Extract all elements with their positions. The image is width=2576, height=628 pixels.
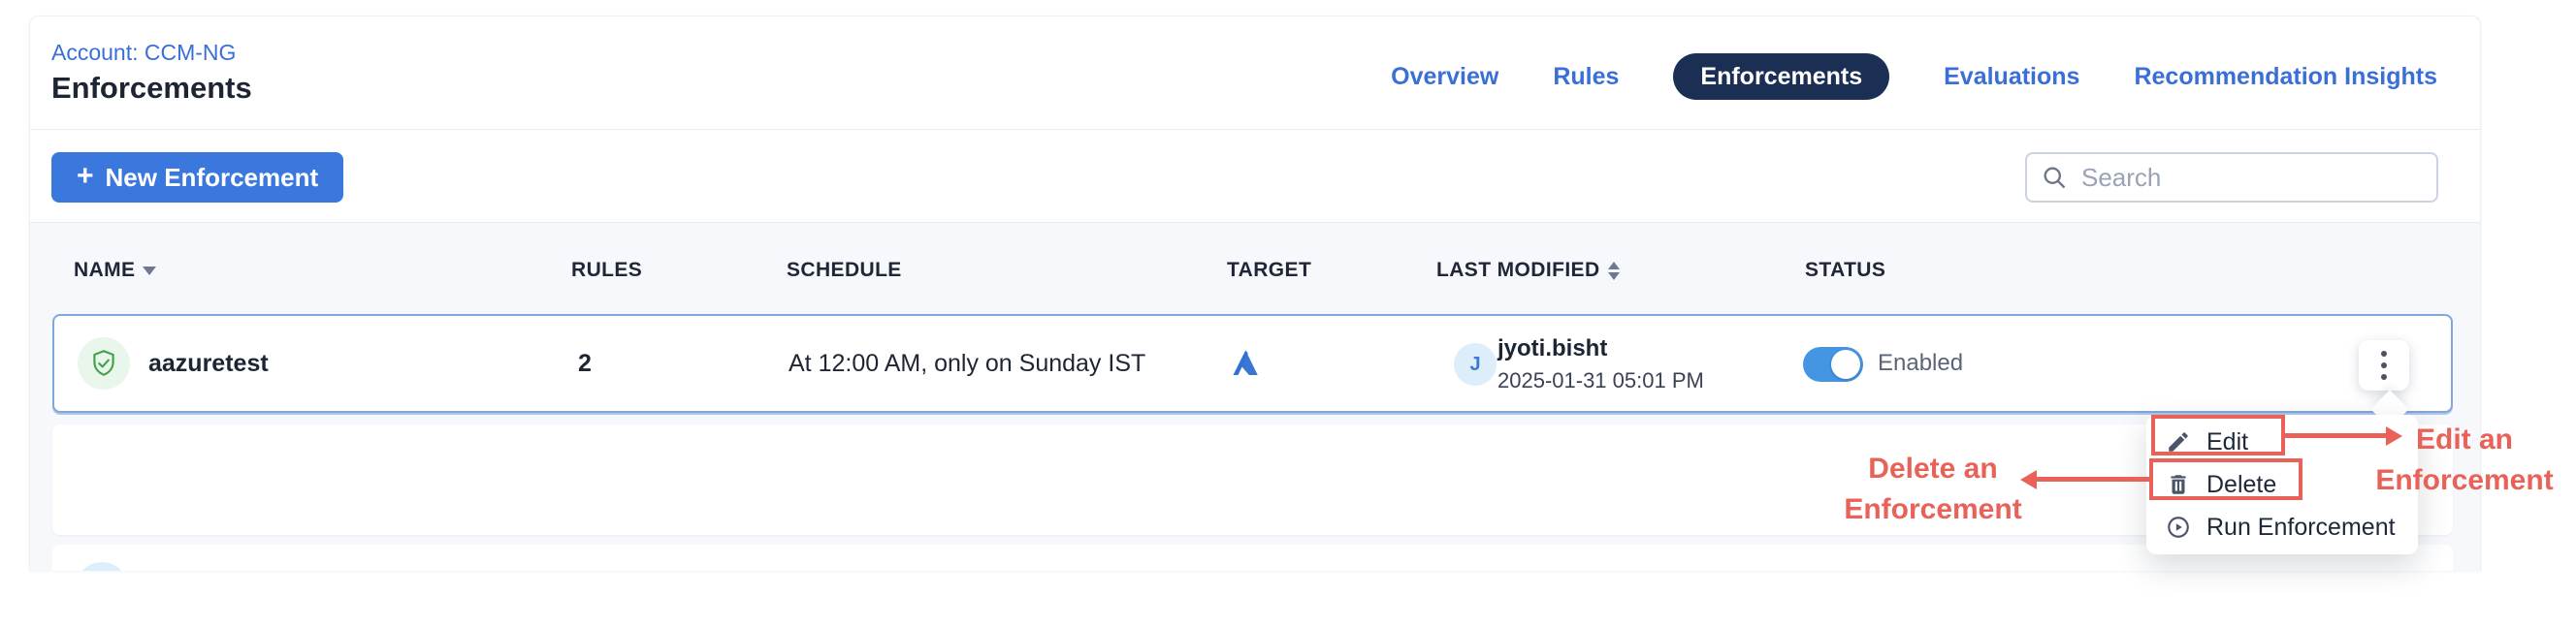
play-circle-icon <box>2166 515 2191 540</box>
modified-by: jyoti.bisht <box>1497 335 1704 362</box>
avatar: J <box>1454 343 1497 386</box>
column-label: LAST MODIFIED <box>1436 259 1600 282</box>
status-label: Enabled <box>1878 316 1963 411</box>
tab-overview[interactable]: Overview <box>1391 63 1498 91</box>
page-title: Enforcements <box>51 71 252 106</box>
tab-evaluations[interactable]: Evaluations <box>1944 63 2079 91</box>
tab-enforcements[interactable]: Enforcements <box>1673 53 1889 100</box>
last-modified-cell: jyoti.bisht 2025-01-31 05:01 PM <box>1497 335 1704 393</box>
enforcement-name[interactable]: aazuretest <box>148 316 269 411</box>
new-enforcement-label: New Enforcement <box>106 163 319 193</box>
shield-check-icon <box>88 348 119 379</box>
search-box[interactable] <box>2025 152 2438 203</box>
enforcement-type-circle <box>78 337 130 390</box>
plus-icon: + <box>77 162 94 191</box>
account-breadcrumb[interactable]: Account: CCM-NG <box>51 40 236 66</box>
annotation-line: Enforcement <box>1831 489 2035 530</box>
sort-both-icon[interactable] <box>1608 262 1620 280</box>
tab-recommendation-insights[interactable]: Recommendation Insights <box>2134 63 2437 91</box>
annotation-line: Delete an <box>1831 449 2035 489</box>
rules-count: 2 <box>578 316 592 411</box>
column-header-rules: RULES <box>571 259 642 282</box>
column-header-last-modified[interactable]: LAST MODIFIED <box>1436 259 1620 282</box>
column-header-name[interactable]: NAME <box>74 259 156 282</box>
row-actions-menu-button[interactable] <box>2359 340 2409 391</box>
toggle-knob <box>1831 350 1860 379</box>
table-row[interactable] <box>52 545 2453 571</box>
menu-item-run-enforcement[interactable]: Run Enforcement <box>2146 507 2418 548</box>
delete-arrow <box>2037 477 2149 482</box>
column-header-status: STATUS <box>1805 259 1885 282</box>
search-input[interactable] <box>2079 162 2423 194</box>
tab-rules[interactable]: Rules <box>1553 63 1619 91</box>
column-label: TARGET <box>1227 259 1311 282</box>
new-enforcement-button[interactable]: + New Enforcement <box>51 152 343 203</box>
column-header-schedule: SCHEDULE <box>787 259 902 282</box>
column-label: RULES <box>571 259 642 282</box>
enforcement-type-circle <box>76 562 128 571</box>
schedule-text: At 12:00 AM, only on Sunday IST <box>789 316 1145 411</box>
edit-annotation: Edit an Enforcement <box>2367 420 2561 501</box>
column-label: SCHEDULE <box>787 259 902 282</box>
edit-highlight-box <box>2151 415 2285 455</box>
menu-item-label: Run Enforcement <box>2206 514 2396 542</box>
search-icon <box>2041 164 2068 191</box>
azure-icon <box>1229 347 1262 380</box>
enforcements-page: Account: CCM-NG Enforcements Overview Ru… <box>0 0 2576 628</box>
kebab-icon <box>2381 351 2387 357</box>
delete-annotation: Delete an Enforcement <box>1831 449 2035 530</box>
nav-tabs: Overview Rules Enforcements Evaluations … <box>1391 53 2437 100</box>
header-divider <box>30 129 2480 130</box>
main-panel: Account: CCM-NG Enforcements Overview Ru… <box>29 16 2481 571</box>
target-cell <box>1229 316 1262 411</box>
sort-desc-icon[interactable] <box>143 267 156 275</box>
annotation-line: Enforcement <box>2367 460 2561 501</box>
delete-highlight-box <box>2149 458 2302 500</box>
column-label: NAME <box>74 259 135 282</box>
modified-date: 2025-01-31 05:01 PM <box>1497 368 1704 393</box>
column-label: STATUS <box>1805 259 1885 282</box>
annotation-line: Edit an <box>2367 420 2561 460</box>
status-toggle[interactable] <box>1803 347 1863 382</box>
table-row[interactable]: aazuretest 2 At 12:00 AM, only on Sunday… <box>52 314 2453 413</box>
column-header-target: TARGET <box>1227 259 1311 282</box>
